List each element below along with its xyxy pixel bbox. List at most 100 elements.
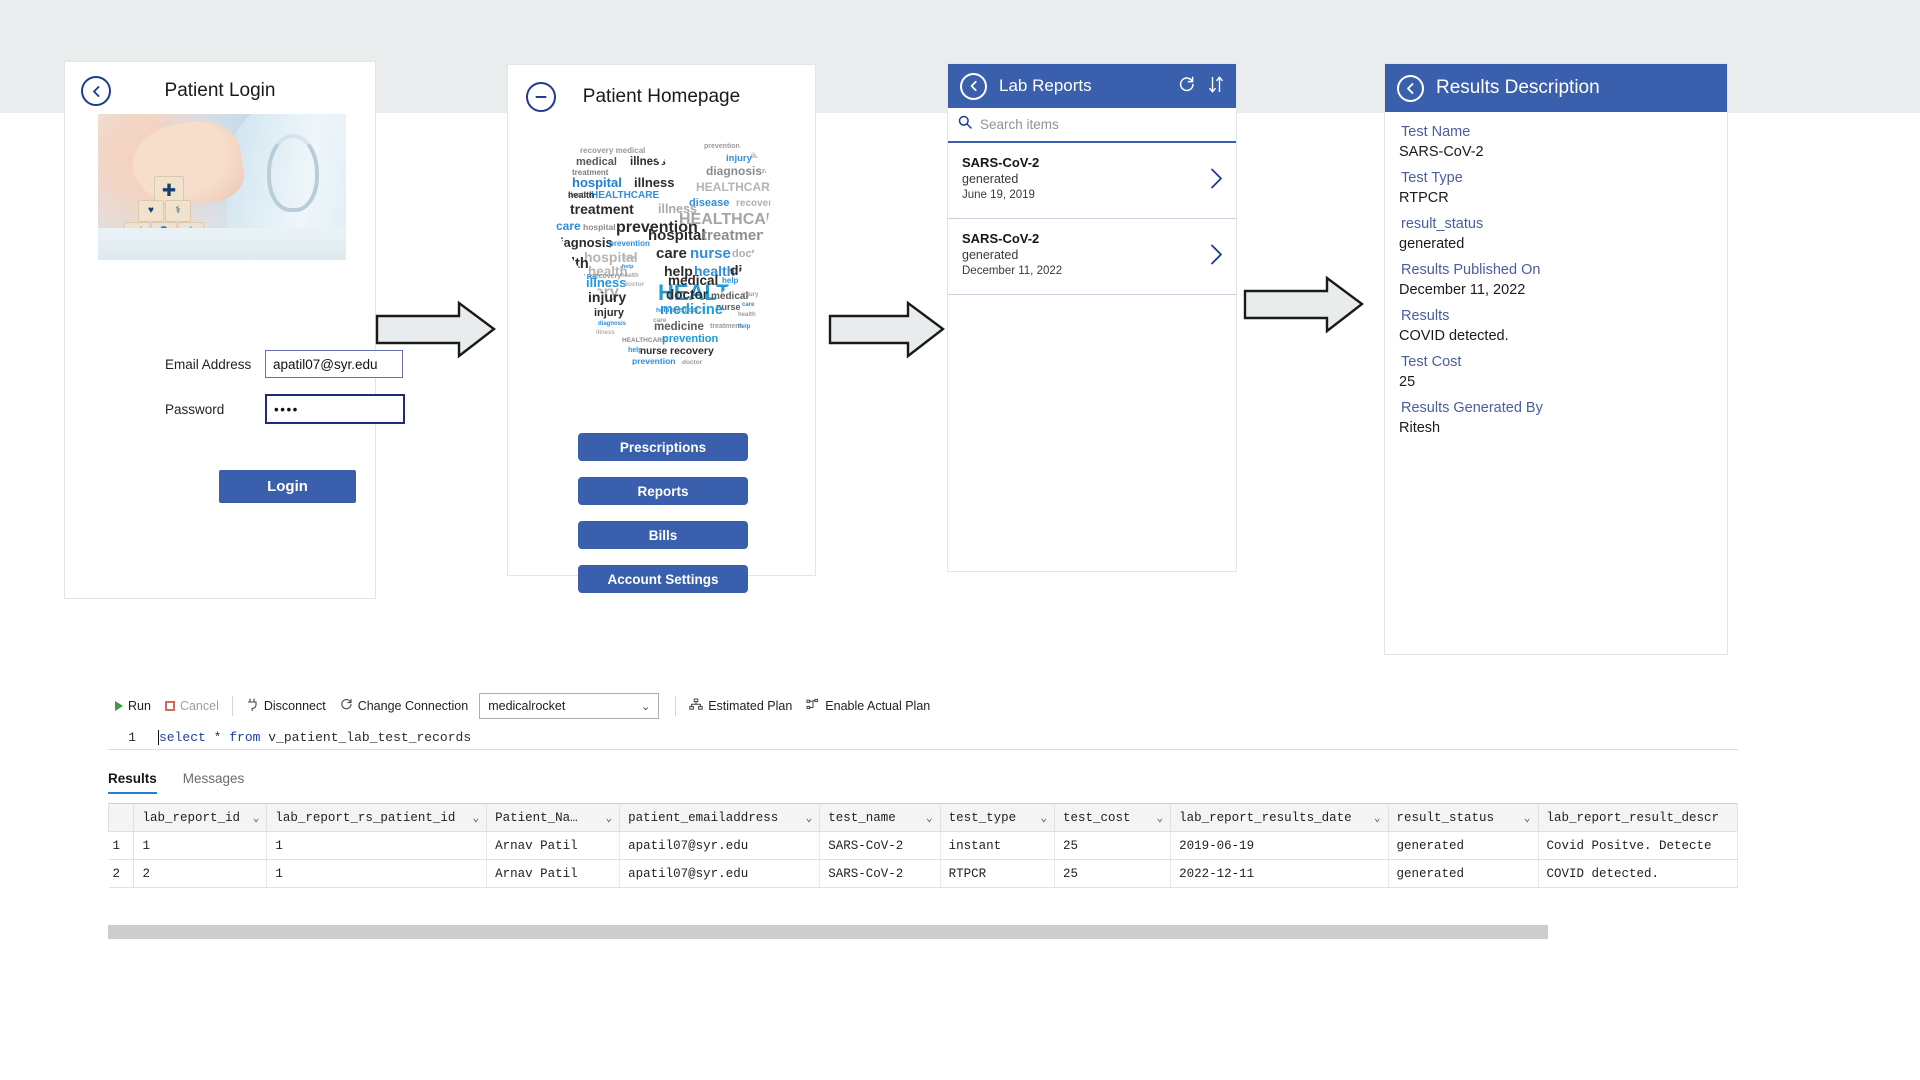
chevron-right-icon[interactable]: [1209, 243, 1223, 270]
table-row[interactable]: 1 1 1 Arnav Patil apatil07@syr.edu SARS-…: [108, 831, 1738, 860]
patient-login-card: Patient Login ✚ ♥ ⚕ 💉 👤 💧 🧰 💊 ♿ ✎ Email …: [65, 62, 405, 598]
homepage-button-group: Prescriptions Reports Bills Account Sett…: [578, 433, 748, 609]
sql-query-editor[interactable]: 1 select * from v_patient_lab_test_recor…: [108, 726, 1738, 750]
password-field[interactable]: [265, 394, 405, 424]
table-row[interactable]: 2 2 1 Arnav Patil apatil07@syr.edu SARS-…: [108, 859, 1738, 888]
search-input[interactable]: [980, 117, 1226, 132]
svg-text:medicine: medicine: [660, 302, 723, 318]
refresh-icon[interactable]: [1177, 75, 1196, 98]
enable-actual-plan-button[interactable]: Enable Actual Plan: [799, 698, 937, 714]
database-select-value: medicalrocket: [488, 699, 566, 713]
bills-button[interactable]: Bills: [578, 521, 748, 549]
svg-text:prevention: prevention: [632, 356, 675, 365]
column-label: result_status: [1396, 810, 1495, 825]
sql-editor-area: Run Cancel Disconnect Change Connection: [0, 675, 1920, 1080]
results-grid: lab_report_id ⌄ lab_report_rs_patient_id ⌄…: [108, 803, 1738, 888]
column-header-patient-name[interactable]: Patient_Na… ⌄: [486, 803, 621, 832]
cell-lab-report-result-descr: Covid Positve. Detecte: [1538, 831, 1738, 860]
column-header-test-name[interactable]: test_name ⌄: [819, 803, 941, 832]
column-header-result-status[interactable]: result_status ⌄: [1387, 803, 1539, 832]
field-test-cost: Test Cost 25: [1399, 354, 1727, 390]
svg-text:medicine: medicine: [654, 321, 704, 333]
tab-results[interactable]: Results: [108, 771, 157, 794]
disconnect-button[interactable]: Disconnect: [239, 698, 333, 714]
field-value: generated: [1399, 236, 1465, 252]
enable-actual-plan-label: Enable Actual Plan: [825, 699, 931, 713]
patient-homepage-card: Patient Homepage recovery medical medica…: [508, 65, 815, 593]
estimated-plan-button[interactable]: Estimated Plan: [682, 698, 799, 714]
list-item[interactable]: SARS-CoV-2 generated June 19, 2019: [948, 143, 1236, 219]
prescriptions-button[interactable]: Prescriptions: [578, 433, 748, 461]
back-icon[interactable]: [960, 72, 987, 100]
sql-toolbar: Run Cancel Disconnect Change Connection: [108, 692, 1738, 720]
chevron-down-icon[interactable]: ⌄: [472, 811, 479, 825]
database-select[interactable]: medicalrocket ⌄: [479, 693, 660, 719]
chevron-down-icon[interactable]: ⌄: [1157, 811, 1164, 825]
svg-text:injury: injury: [588, 289, 626, 305]
cell-test-cost: 25: [1054, 831, 1172, 860]
cell-lab-report-id: 1: [133, 831, 268, 860]
horizontal-scrollbar[interactable]: [108, 925, 1548, 939]
field-label: Results Published On: [1401, 262, 1541, 278]
column-header-lab-report-result-descr[interactable]: lab_report_result_descr: [1537, 803, 1738, 832]
svg-text:help: help: [722, 276, 739, 285]
lab-item-date: June 19, 2019: [962, 189, 1035, 201]
row-number: 1: [108, 831, 135, 860]
change-connection-button[interactable]: Change Connection: [333, 698, 476, 714]
column-header-test-cost[interactable]: test_cost ⌄: [1053, 803, 1172, 832]
cell-lab-report-results-date: 2019-06-19: [1170, 831, 1389, 860]
run-button[interactable]: Run: [108, 699, 158, 713]
column-label: test_name: [828, 810, 896, 825]
sort-icon[interactable]: [1208, 75, 1224, 98]
chevron-down-icon: ⌄: [640, 700, 651, 713]
cell-test-type: instant: [940, 831, 1055, 860]
column-header-test-type[interactable]: test_type ⌄: [939, 803, 1055, 832]
chevron-down-icon[interactable]: ⌄: [926, 811, 933, 825]
plug-icon: [246, 698, 259, 714]
flow-arrow-1: [375, 300, 497, 360]
lab-item-status: generated: [962, 248, 1019, 262]
reports-button[interactable]: Reports: [578, 477, 748, 505]
chevron-down-icon[interactable]: ⌄: [1040, 811, 1047, 825]
chevron-down-icon[interactable]: ⌄: [1374, 811, 1381, 825]
cell-test-type: RTPCR: [940, 859, 1055, 888]
tab-messages[interactable]: Messages: [183, 771, 245, 794]
chevron-down-icon[interactable]: ⌄: [1524, 811, 1531, 825]
chevron-down-icon[interactable]: ⌄: [253, 811, 260, 825]
password-field-row: Password: [165, 394, 405, 424]
svg-text:diagnosis: diagnosis: [598, 321, 627, 327]
column-header-lab-report-id[interactable]: lab_report_id ⌄: [133, 803, 268, 832]
field-results: Results COVID detected.: [1399, 308, 1727, 344]
account-settings-button[interactable]: Account Settings: [578, 565, 748, 593]
svg-text:injury: injury: [594, 307, 625, 319]
svg-text:health: health: [738, 312, 756, 318]
cancel-button[interactable]: Cancel: [158, 699, 226, 713]
search-bar[interactable]: [948, 108, 1236, 143]
column-label: lab_report_results_date: [1179, 810, 1352, 825]
list-item[interactable]: SARS-CoV-2 generated December 11, 2022: [948, 219, 1236, 295]
results-description-card: Results Description Test Name SARS-CoV-2…: [1385, 64, 1727, 654]
row-number: 2: [108, 859, 135, 888]
back-icon[interactable]: [1397, 74, 1424, 102]
svg-text:recovery: recovery: [670, 345, 714, 357]
flow-arrow-2: [828, 300, 946, 360]
change-connection-label: Change Connection: [357, 699, 469, 713]
svg-text:doctor: doctor: [682, 359, 703, 365]
minus-circle-icon[interactable]: [526, 81, 556, 112]
column-header-lab-report-rs-patient-id[interactable]: lab_report_rs_patient_id ⌄: [266, 803, 488, 832]
login-button[interactable]: Login: [219, 470, 356, 503]
back-icon[interactable]: [81, 76, 111, 106]
field-label: Results Generated By: [1401, 400, 1543, 416]
column-header-lab-report-results-date[interactable]: lab_report_results_date ⌄: [1170, 803, 1389, 832]
chevron-down-icon[interactable]: ⌄: [606, 811, 613, 825]
column-label: lab_report_id: [142, 810, 240, 825]
field-value: 25: [1399, 374, 1416, 390]
cell-lab-report-rs-patient-id: 1: [266, 859, 488, 888]
login-header: Patient Login: [65, 62, 375, 120]
row-header-corner: [108, 803, 135, 832]
page-title: Lab Reports: [999, 76, 1092, 95]
chevron-right-icon[interactable]: [1209, 167, 1223, 194]
column-label: Patient_Na…: [495, 810, 578, 825]
column-header-patient-emailaddress[interactable]: patient_emailaddress ⌄: [619, 803, 821, 832]
chevron-down-icon[interactable]: ⌄: [806, 811, 813, 825]
